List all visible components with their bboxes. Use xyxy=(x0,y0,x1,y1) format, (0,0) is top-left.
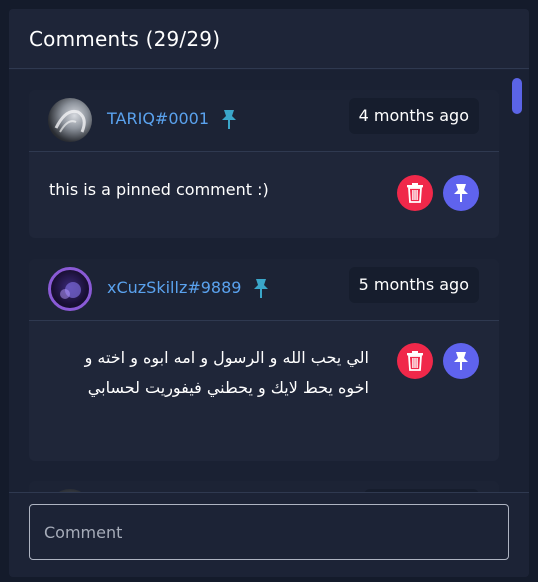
comment-username[interactable]: xCuzSkillz#9889 xyxy=(107,278,241,297)
comment-timestamp: 5 months ago xyxy=(348,267,479,303)
delete-comment-button[interactable] xyxy=(397,343,433,379)
comment-input[interactable] xyxy=(29,504,509,560)
scrollbar[interactable] xyxy=(511,70,529,492)
pin-comment-button[interactable] xyxy=(443,175,479,211)
comment-text: الي يحب الله و الرسول و امه ابوه و اخته … xyxy=(84,348,369,397)
comments-header: Comments (29/29) xyxy=(9,9,529,69)
avatar[interactable] xyxy=(48,267,92,311)
pinned-icon xyxy=(251,277,271,299)
trash-icon xyxy=(407,351,423,371)
comment-card xyxy=(29,481,499,492)
comments-list[interactable]: TARIQ#0001 4 months ago this is a pinned… xyxy=(9,70,529,492)
pin-icon xyxy=(454,184,468,202)
pin-comment-button[interactable] xyxy=(443,343,479,379)
comments-panel: Comments (29/29) TARIQ#0001 4 months ago… xyxy=(9,9,529,577)
comment-text: this is a pinned comment :) xyxy=(49,180,269,199)
comment-composer xyxy=(9,492,529,577)
pin-icon xyxy=(454,352,468,370)
comment-card: TARIQ#0001 4 months ago this is a pinned… xyxy=(29,90,499,238)
comment-header: xCuzSkillz#9889 5 months ago xyxy=(29,259,499,321)
avatar[interactable] xyxy=(48,98,92,142)
comment-card: xCuzSkillz#9889 5 months ago الي يحب الل… xyxy=(29,259,499,461)
comment-username[interactable]: TARIQ#0001 xyxy=(107,109,209,128)
delete-comment-button[interactable] xyxy=(397,175,433,211)
scrollbar-thumb[interactable] xyxy=(512,78,522,114)
avatar-icon xyxy=(60,282,81,299)
comment-header: TARIQ#0001 4 months ago xyxy=(29,90,499,152)
pinned-icon xyxy=(219,108,239,130)
avatar-icon xyxy=(54,109,86,133)
comment-timestamp: 4 months ago xyxy=(348,98,479,134)
trash-icon xyxy=(407,183,423,203)
comment-header xyxy=(29,481,499,492)
comments-title: Comments (29/29) xyxy=(29,27,221,51)
